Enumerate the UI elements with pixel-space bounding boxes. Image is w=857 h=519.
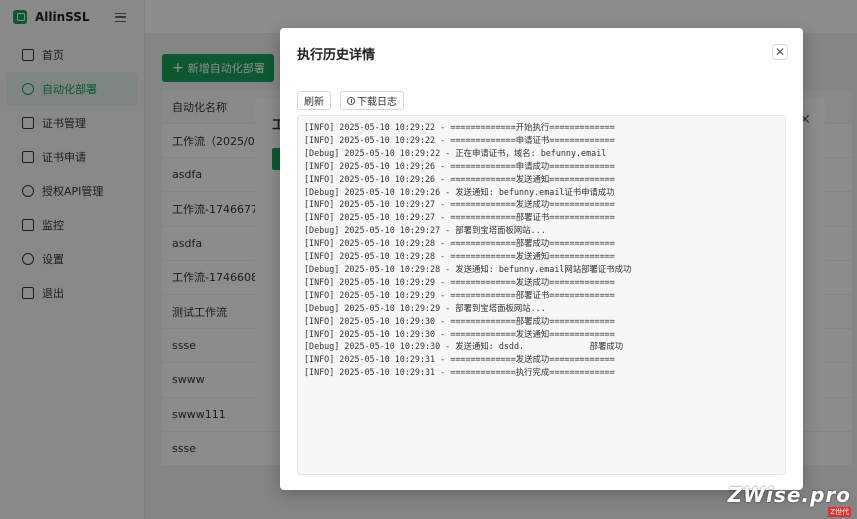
log-line: [Debug] 2025-05-10 10:29:29 - 部署到宝塔面板网站.…	[304, 302, 546, 313]
modal-title: 执行历史详情	[297, 48, 376, 63]
watermark: ZWise.pro	[727, 483, 851, 507]
log-line: [INFO] 2025-05-10 10:29:28 - ===========…	[304, 251, 615, 262]
download-log-label: 下载日志	[357, 97, 397, 108]
log-line: [INFO] 2025-05-10 10:29:31 - ===========…	[304, 367, 615, 378]
log-output[interactable]: [INFO] 2025-05-10 10:29:22 - ===========…	[297, 115, 786, 475]
log-line: [INFO] 2025-05-10 10:29:28 - ===========…	[304, 238, 615, 249]
close-icon[interactable]: ✕	[772, 44, 788, 60]
log-line: [INFO] 2025-05-10 10:29:30 - ===========…	[304, 315, 615, 326]
log-line: [INFO] 2025-05-10 10:29:22 - ===========…	[304, 122, 615, 132]
download-icon	[347, 96, 355, 105]
log-line: [INFO] 2025-05-10 10:29:27 - ===========…	[304, 212, 615, 223]
log-line: [INFO] 2025-05-10 10:29:30 - ===========…	[304, 328, 615, 339]
refresh-button[interactable]: 刷新	[297, 91, 331, 110]
log-line: [INFO] 2025-05-10 10:29:22 - ===========…	[304, 134, 615, 145]
log-line: [Debug] 2025-05-10 10:29:28 - 发送通知: befu…	[304, 263, 632, 274]
watermark-badge: Z世代	[828, 507, 851, 517]
log-line: [INFO] 2025-05-10 10:29:29 - ===========…	[304, 276, 615, 287]
execution-history-modal: 执行历史详情 ✕ 刷新 下载日志 [INFO] 2025-05-10 10:29…	[280, 28, 803, 490]
log-line: [INFO] 2025-05-10 10:29:26 - ===========…	[304, 173, 615, 184]
log-line: [INFO] 2025-05-10 10:29:27 - ===========…	[304, 199, 615, 210]
log-line: [Debug] 2025-05-10 10:29:26 - 发送通知: befu…	[304, 186, 615, 197]
log-line: [Debug] 2025-05-10 10:29:30 - 发送通知: dsdd…	[304, 341, 624, 352]
download-log-button[interactable]: 下载日志	[340, 91, 404, 110]
log-toolbar: 刷新 下载日志	[297, 91, 404, 110]
log-line: [INFO] 2025-05-10 10:29:29 - ===========…	[304, 289, 615, 300]
log-line: [INFO] 2025-05-10 10:29:31 - ===========…	[304, 354, 615, 365]
log-line: [Debug] 2025-05-10 10:29:22 - 正在申请证书，域名:…	[304, 147, 607, 158]
log-line: [INFO] 2025-05-10 10:29:26 - ===========…	[304, 160, 615, 171]
log-line: [Debug] 2025-05-10 10:29:27 - 部署到宝塔面板网站.…	[304, 225, 546, 236]
